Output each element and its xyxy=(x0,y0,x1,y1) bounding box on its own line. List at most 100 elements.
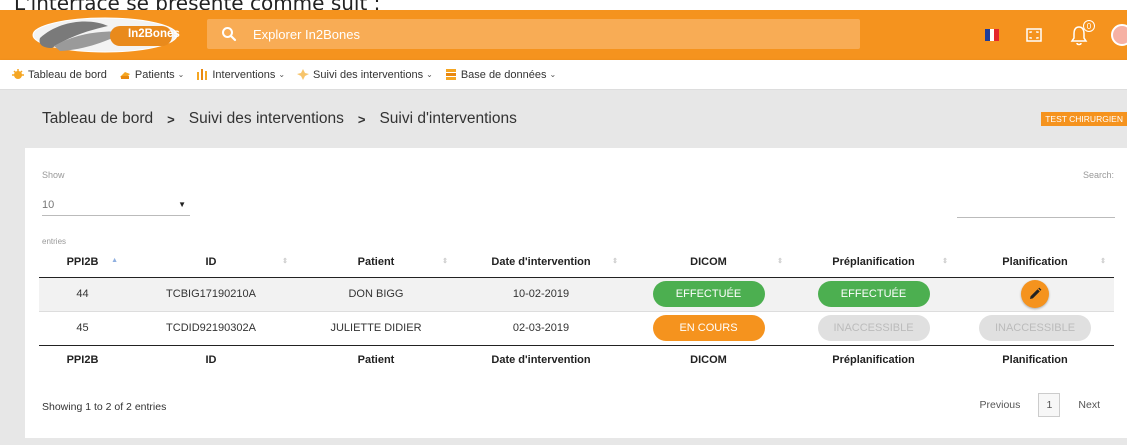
nav-label: Tableau de bord xyxy=(28,68,107,81)
column-header-ppi2b[interactable]: PPI2B ▲ xyxy=(39,247,126,277)
nav-item-tableau-de-bord[interactable]: Tableau de bord xyxy=(12,69,107,81)
sort-asc-icon: ▲ xyxy=(111,257,118,264)
next-page-button[interactable]: Next xyxy=(1068,399,1110,411)
column-header-preplanification[interactable]: Préplanification ⇕ xyxy=(791,247,956,277)
chevron-down-icon: ⌄ xyxy=(278,70,286,79)
sort-icon: ⇕ xyxy=(1100,258,1106,265)
top-bar: In2Bones 0 xyxy=(0,10,1127,60)
footer-header-dicom: DICOM xyxy=(690,354,727,367)
sort-icon: ⇕ xyxy=(777,258,783,265)
cell-planification xyxy=(956,277,1114,311)
sort-icon: ⇕ xyxy=(612,258,618,265)
breadcrumb-separator-icon: > xyxy=(167,111,175,127)
nav-item-base-de-donnees[interactable]: Base de données ⌄ xyxy=(445,69,556,81)
nav-item-patients[interactable]: Patients ⌄ xyxy=(119,69,184,81)
column-header-dicom[interactable]: DICOM ⇕ xyxy=(626,247,791,277)
dicom-status-button[interactable]: EN COURS xyxy=(652,315,765,341)
column-header-patient[interactable]: Patient ⇕ xyxy=(296,247,456,277)
cell-dicom: EN COURS xyxy=(626,311,791,345)
sort-icon: ⇕ xyxy=(442,258,448,265)
fullscreen-icon[interactable] xyxy=(1025,26,1043,44)
dicom-status-button[interactable]: EFFECTUÉE xyxy=(652,281,765,307)
page-length-select[interactable]: 10 ▼ xyxy=(42,194,190,216)
breadcrumb-item[interactable]: Tableau de bord xyxy=(42,110,153,128)
column-header-id[interactable]: ID ⇕ xyxy=(126,247,296,277)
cell-preplanification: EFFECTUÉE xyxy=(791,277,956,311)
nav-label: Interventions xyxy=(212,68,276,81)
previous-page-button[interactable]: Previous xyxy=(970,399,1031,411)
cell-id: TCBIG17190210A xyxy=(166,288,256,300)
table-footer-row: PPI2B ID Patient Date d'intervention DIC… xyxy=(39,345,1114,375)
tracking-icon xyxy=(297,69,310,80)
cell-planification: INACCESSIBLE xyxy=(956,311,1114,345)
dropdown-arrow-icon: ▼ xyxy=(178,200,186,209)
main-nav: Tableau de bord Patients ⌄ Interventions… xyxy=(0,60,1127,90)
chevron-down-icon: ⌄ xyxy=(549,70,557,79)
breadcrumb-separator-icon: > xyxy=(357,111,366,127)
sort-icon: ⇕ xyxy=(282,258,288,265)
table-search-input[interactable] xyxy=(957,217,1115,218)
nav-label: Base de données xyxy=(460,68,547,81)
breadcrumb-item[interactable]: Suivi des interventions xyxy=(189,110,344,128)
cell-dicom: EFFECTUÉE xyxy=(626,277,791,311)
nav-label: Patients xyxy=(134,68,175,81)
data-table-card: Show 10 ▼ entries Search: PPI2B ▲ ID ⇕ Pat… xyxy=(25,148,1127,438)
page-1-button[interactable]: 1 xyxy=(1038,393,1061,417)
nav-item-interventions[interactable]: Interventions ⌄ xyxy=(196,69,285,81)
user-avatar[interactable] xyxy=(1111,24,1127,46)
footer-header-planification: Planification xyxy=(1002,354,1068,367)
footer-header-id: ID xyxy=(205,354,217,367)
chevron-down-icon: ⌄ xyxy=(426,70,433,79)
cell-date: 10-02-2019 xyxy=(512,288,570,300)
preplanification-status-button: INACCESSIBLE xyxy=(817,315,930,341)
pagination: Previous 1 Next xyxy=(970,393,1110,417)
interventions-table: PPI2B ▲ ID ⇕ Patient ⇕ Date d'intervention ⇕… xyxy=(39,247,1114,375)
cell-ppi2b: 44 xyxy=(76,288,89,300)
page-length-value: 10 xyxy=(42,198,55,211)
interventions-icon xyxy=(197,69,208,80)
column-header-date[interactable]: Date d'intervention ⇕ xyxy=(456,247,626,277)
cell-date: 02-03-2019 xyxy=(512,322,570,334)
main-content: Tableau de bord > Suivi des intervention… xyxy=(0,90,1127,445)
table-row: 44 TCBIG17190210A DON BIGG 10-02-2019 EF… xyxy=(39,277,1114,311)
nav-item-suivi-des-interventions[interactable]: Suivi des interventions ⌄ xyxy=(297,69,433,81)
chevron-down-icon: ⌄ xyxy=(177,70,185,79)
table-row: 45 TCDID92190302A JULIETTE DIDIER 02-03-… xyxy=(39,311,1114,345)
edit-planification-button[interactable] xyxy=(1021,280,1049,308)
breadcrumb: Tableau de bord > Suivi des intervention… xyxy=(0,90,1127,148)
entries-label: entries xyxy=(42,237,67,246)
nav-label: Suivi des interventions xyxy=(313,68,424,81)
notification-count-badge: 0 xyxy=(1083,20,1095,32)
sort-icon: ⇕ xyxy=(942,258,948,265)
logo-text: In2Bones xyxy=(128,28,180,40)
search-input[interactable] xyxy=(253,26,813,42)
footer-header-ppi2b: PPI2B xyxy=(66,354,99,367)
database-icon xyxy=(445,69,456,80)
header-actions: 0 xyxy=(985,10,1127,60)
search-icon xyxy=(222,27,237,42)
global-search[interactable] xyxy=(207,19,860,49)
footer-header-date: Date d'intervention xyxy=(491,354,591,367)
table-header-row: PPI2B ▲ ID ⇕ Patient ⇕ Date d'intervention ⇕… xyxy=(39,247,1114,277)
cell-preplanification: INACCESSIBLE xyxy=(791,311,956,345)
cell-id: TCDID92190302A xyxy=(166,322,256,334)
column-header-planification[interactable]: Planification ⇕ xyxy=(956,247,1114,277)
preplanification-status-button[interactable]: EFFECTUÉE xyxy=(817,281,930,307)
cell-patient: JULIETTE DIDIER xyxy=(330,322,422,334)
planification-status-button: INACCESSIBLE xyxy=(979,315,1091,341)
cell-patient: DON BIGG xyxy=(348,288,404,300)
footer-header-patient: Patient xyxy=(357,354,395,367)
pencil-icon xyxy=(1030,287,1042,299)
show-label: Show xyxy=(42,170,65,180)
table-search-label: Search: xyxy=(1082,170,1114,180)
footer-header-preplanification: Préplanification xyxy=(832,354,915,367)
table-info: Showing 1 to 2 of 2 entries xyxy=(42,401,167,413)
cell-ppi2b: 45 xyxy=(76,322,89,334)
patients-icon xyxy=(119,72,130,79)
role-badge: TEST CHIRURGIEN xyxy=(1041,112,1127,126)
brand-logo[interactable]: In2Bones xyxy=(30,16,180,54)
breadcrumb-item: Suivi d'interventions xyxy=(379,110,517,127)
french-flag-icon[interactable] xyxy=(985,29,1000,41)
notifications[interactable]: 0 xyxy=(1069,20,1095,46)
dashboard-icon xyxy=(12,69,24,79)
